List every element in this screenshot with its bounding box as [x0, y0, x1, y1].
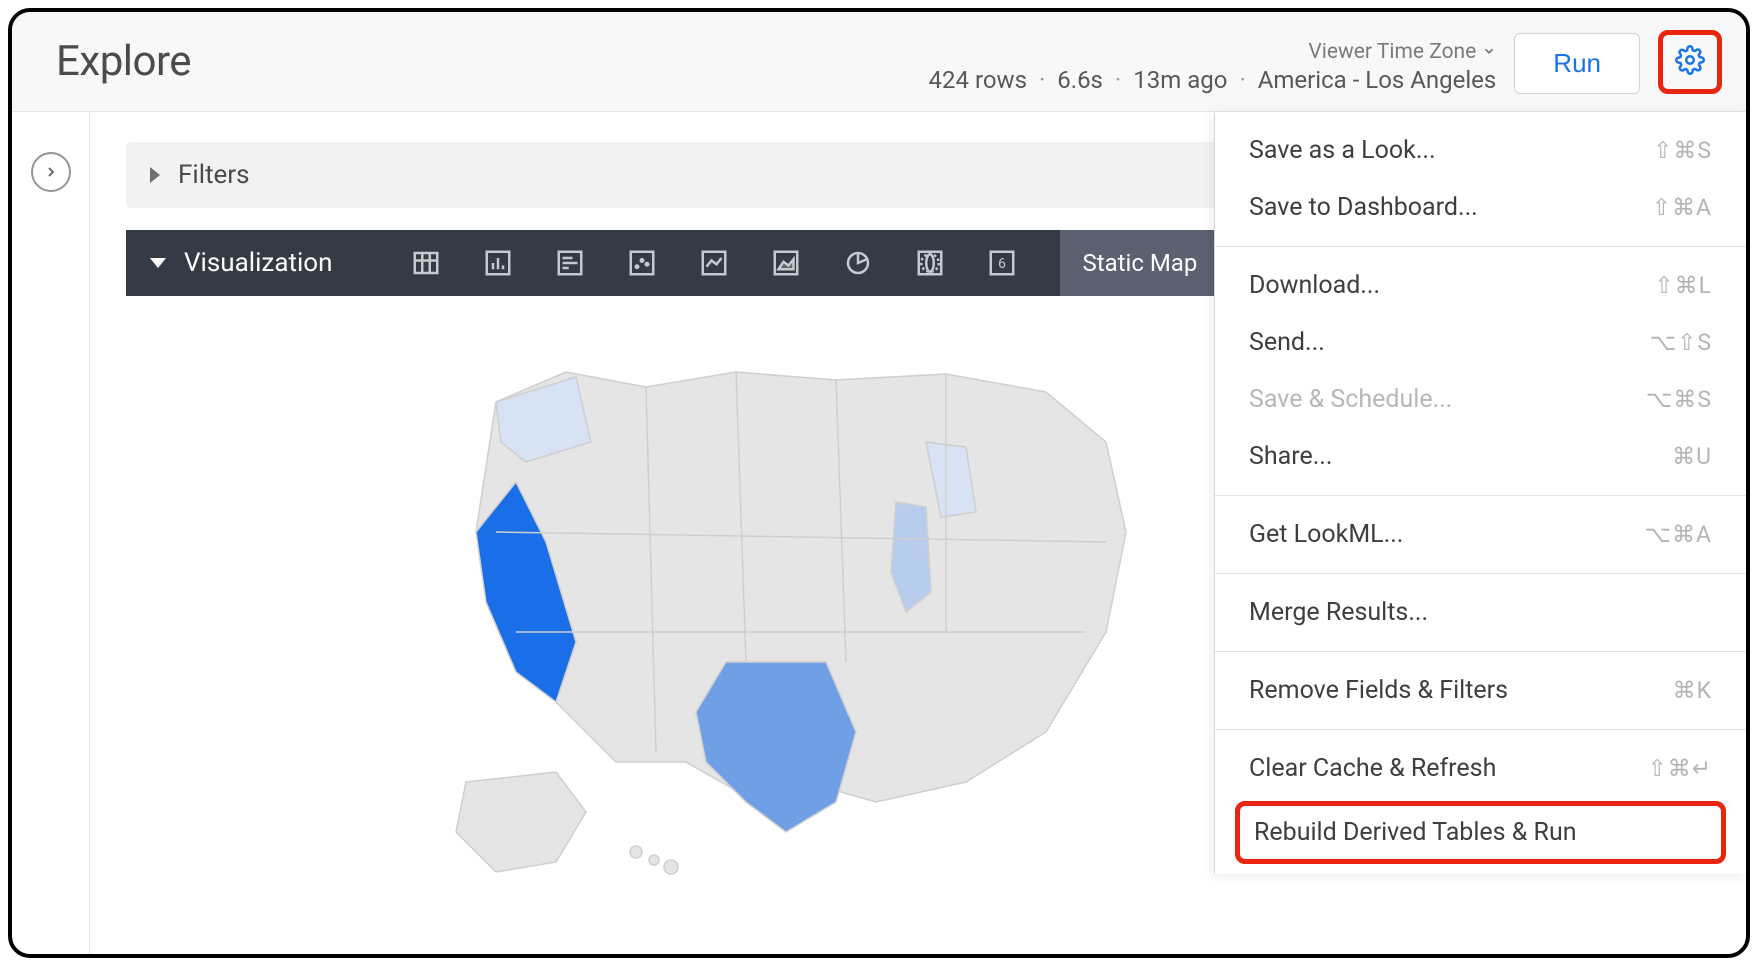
- menu-item-shortcut: ⌥⌘S: [1646, 386, 1712, 413]
- menu-item-shortcut: ⌥⌘A: [1644, 521, 1712, 548]
- gear-icon[interactable]: [1675, 45, 1705, 79]
- line-viz-icon[interactable]: [678, 230, 750, 296]
- caret-down-icon: [150, 258, 166, 268]
- gear-dropdown-menu: Save as a Look... ⇧⌘S Save to Dashboard.…: [1214, 112, 1746, 874]
- menu-item-shortcut: ⇧⌘A: [1652, 194, 1712, 221]
- usa-map-icon: [406, 332, 1186, 892]
- menu-get-lookml[interactable]: Get LookML... ⌥⌘A: [1215, 506, 1746, 563]
- menu-rebuild-derived-tables[interactable]: Rebuild Derived Tables & Run: [1240, 806, 1721, 859]
- menu-item-shortcut: ⇧⌘L: [1654, 272, 1712, 299]
- top-bar: Explore Viewer Time Zone 424 rows · 6.6s…: [12, 12, 1746, 112]
- left-rail: [12, 112, 90, 954]
- menu-item-label: Get LookML...: [1249, 520, 1403, 549]
- menu-item-shortcut: ⌘K: [1673, 677, 1712, 704]
- query-age: 13m ago: [1133, 66, 1227, 94]
- menu-item-label: Save to Dashboard...: [1249, 193, 1478, 222]
- menu-remove-fields-filters[interactable]: Remove Fields & Filters ⌘K: [1215, 662, 1746, 719]
- menu-separator: [1215, 651, 1746, 652]
- map-viz-icon[interactable]: [894, 230, 966, 296]
- settings-highlight: [1658, 30, 1722, 94]
- menu-separator: [1215, 495, 1746, 496]
- menu-item-label: Clear Cache & Refresh: [1249, 754, 1496, 783]
- menu-rebuild-highlight: Rebuild Derived Tables & Run: [1235, 801, 1726, 864]
- bar-viz-icon[interactable]: [534, 230, 606, 296]
- area-viz-icon[interactable]: [750, 230, 822, 296]
- page-title: Explore: [56, 37, 191, 86]
- menu-item-shortcut: ⌥⇧S: [1650, 329, 1712, 356]
- filters-label: Filters: [178, 160, 250, 190]
- visualization-label: Visualization: [184, 248, 332, 278]
- menu-item-label: Save & Schedule...: [1249, 385, 1452, 414]
- menu-item-label: Share...: [1249, 442, 1332, 471]
- row-count: 424 rows: [929, 66, 1027, 94]
- menu-separator: [1215, 729, 1746, 730]
- pie-viz-icon[interactable]: [822, 230, 894, 296]
- menu-share[interactable]: Share... ⌘U: [1215, 428, 1746, 485]
- menu-item-label: Merge Results...: [1249, 598, 1428, 627]
- menu-item-shortcut: ⇧⌘S: [1653, 137, 1712, 164]
- menu-save-to-dashboard[interactable]: Save to Dashboard... ⇧⌘A: [1215, 179, 1746, 236]
- active-viz-tab[interactable]: Static Map: [1060, 230, 1219, 296]
- menu-item-label: Remove Fields & Filters: [1249, 676, 1508, 705]
- expand-sidebar-button[interactable]: [31, 152, 71, 192]
- menu-item-label: Save as a Look...: [1249, 136, 1436, 165]
- timezone-selector[interactable]: Viewer Time Zone: [1308, 40, 1496, 64]
- menu-clear-cache-refresh[interactable]: Clear Cache & Refresh ⇧⌘↵: [1215, 740, 1746, 797]
- svg-text:6: 6: [999, 256, 1007, 272]
- timezone-value: America - Los Angeles: [1258, 66, 1497, 94]
- menu-separator: [1215, 573, 1746, 574]
- column-viz-icon[interactable]: [462, 230, 534, 296]
- menu-merge-results[interactable]: Merge Results...: [1215, 584, 1746, 641]
- menu-save-as-look[interactable]: Save as a Look... ⇧⌘S: [1215, 122, 1746, 179]
- menu-item-shortcut: ⇧⌘↵: [1647, 755, 1712, 782]
- table-viz-icon[interactable]: [390, 230, 462, 296]
- menu-item-label: Rebuild Derived Tables & Run: [1254, 818, 1577, 847]
- run-button[interactable]: Run: [1514, 33, 1640, 94]
- menu-save-schedule: Save & Schedule... ⌥⌘S: [1215, 371, 1746, 428]
- single-value-viz-icon[interactable]: 6: [966, 230, 1038, 296]
- timezone-label: Viewer Time Zone: [1308, 40, 1476, 64]
- scatter-viz-icon[interactable]: [606, 230, 678, 296]
- menu-item-shortcut: ⌘U: [1672, 443, 1712, 470]
- viz-type-toolbar: 6: [390, 230, 1038, 296]
- query-duration: 6.6s: [1057, 66, 1103, 94]
- caret-right-icon: [150, 167, 160, 183]
- chevron-down-icon: [1482, 40, 1496, 64]
- query-stats: 424 rows · 6.6s · 13m ago · America - Lo…: [929, 66, 1497, 94]
- menu-item-label: Send...: [1249, 328, 1325, 357]
- menu-item-label: Download...: [1249, 271, 1380, 300]
- menu-download[interactable]: Download... ⇧⌘L: [1215, 257, 1746, 314]
- menu-separator: [1215, 246, 1746, 247]
- menu-send[interactable]: Send... ⌥⇧S: [1215, 314, 1746, 371]
